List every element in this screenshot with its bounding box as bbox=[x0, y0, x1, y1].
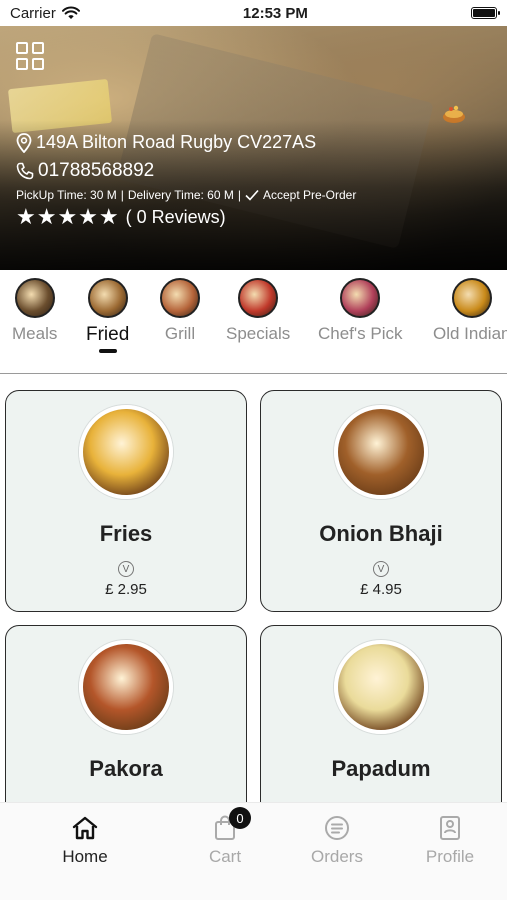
fries-image bbox=[79, 405, 173, 499]
delivery-time: Delivery Time: 60 M bbox=[127, 188, 234, 202]
product-card-fries[interactable]: Fries V £ 2.95 bbox=[5, 390, 247, 612]
nav-label: Cart bbox=[208, 847, 242, 866]
tab-label: Meals bbox=[12, 324, 58, 343]
carrier-group: Carrier bbox=[10, 5, 80, 22]
product-name: Papadum bbox=[331, 756, 431, 781]
fried-thumbnail bbox=[87, 278, 128, 318]
wifi-icon bbox=[61, 6, 80, 19]
home-icon bbox=[72, 813, 98, 843]
tab-specials[interactable]: Specials bbox=[226, 278, 290, 344]
tab-old-indian[interactable]: Old Indian bbox=[433, 278, 507, 344]
grill-thumbnail bbox=[160, 278, 200, 318]
carrier-label: Carrier bbox=[10, 4, 56, 22]
onion-bhaji-image bbox=[334, 405, 428, 499]
nav-profile[interactable]: Profile bbox=[405, 813, 495, 867]
product-name: Pakora bbox=[89, 756, 163, 781]
product-card-onion-bhaji[interactable]: Onion Bhaji V £ 4.95 bbox=[260, 390, 502, 612]
product-price: £ 4.95 bbox=[360, 581, 402, 598]
product-name: Fries bbox=[99, 521, 153, 546]
restaurant-phone[interactable]: 01788568892 bbox=[16, 160, 154, 182]
clock: 12:53 PM bbox=[242, 4, 308, 22]
category-tabs: Meals Fried Grill Specials Chef's Pick O… bbox=[0, 270, 507, 374]
active-tab-indicator bbox=[98, 349, 117, 353]
chefs-pick-thumbnail bbox=[340, 278, 381, 318]
product-card-pakora[interactable]: Pakora bbox=[5, 625, 247, 802]
map-pin-icon bbox=[16, 132, 32, 153]
address-text: 149A Bilton Road Rugby CV227AS bbox=[36, 132, 317, 152]
times-separator: | bbox=[120, 188, 124, 202]
cart-count-badge: 0 bbox=[229, 807, 251, 829]
tab-label: Grill bbox=[164, 324, 196, 343]
pickup-time: PickUp Time: 30 M bbox=[16, 188, 117, 202]
specials-thumbnail bbox=[238, 278, 279, 318]
tab-grill[interactable]: Grill bbox=[160, 278, 200, 344]
nav-label: Orders bbox=[311, 847, 363, 866]
tab-label: Chef's Pick bbox=[318, 324, 403, 343]
phone-text: 01788568892 bbox=[38, 160, 155, 181]
nav-label: Home bbox=[62, 847, 108, 866]
times-separator: | bbox=[237, 188, 241, 202]
preorder-label: Accept Pre-Order bbox=[262, 188, 357, 202]
phone-icon bbox=[16, 162, 34, 180]
status-bar: Carrier 12:53 PM bbox=[0, 0, 507, 26]
battery-icon bbox=[470, 7, 500, 19]
review-count: ( 0 Reviews) bbox=[125, 206, 226, 227]
restaurant-hero: 149A Bilton Road Rugby CV227AS 017885688… bbox=[0, 26, 507, 270]
pakora-image bbox=[79, 640, 173, 734]
restaurant-address: 149A Bilton Road Rugby CV227AS bbox=[16, 132, 316, 153]
tab-label: Old Indian bbox=[433, 324, 507, 343]
product-card-papadum[interactable]: Papadum bbox=[260, 625, 502, 802]
tab-chefs-pick[interactable]: Chef's Pick bbox=[318, 278, 403, 344]
nav-home[interactable]: Home bbox=[40, 813, 130, 867]
product-price: £ 2.95 bbox=[105, 581, 147, 598]
profile-icon bbox=[439, 813, 461, 843]
check-icon bbox=[245, 189, 259, 201]
tab-label: Fried bbox=[86, 324, 130, 345]
shopping-bag-icon: 0 bbox=[213, 807, 251, 843]
nav-orders[interactable]: Orders bbox=[292, 813, 382, 867]
vegetarian-icon: V bbox=[118, 561, 134, 577]
meals-thumbnail bbox=[14, 278, 55, 318]
service-times: PickUp Time: 30 M | Delivery Time: 60 M … bbox=[16, 188, 356, 202]
tab-fried[interactable]: Fried bbox=[86, 278, 129, 353]
product-grid: Fries V £ 2.95 Onion Bhaji V £ 4.95 Pako… bbox=[0, 388, 507, 802]
vegetarian-icon: V bbox=[373, 561, 389, 577]
star-rating: ★★★★★ bbox=[16, 204, 120, 229]
nav-label: Profile bbox=[425, 847, 475, 866]
papadum-image bbox=[334, 640, 428, 734]
bottom-navigation: Home 0 Cart Orders Profile bbox=[0, 802, 507, 900]
battery-level bbox=[472, 9, 495, 17]
product-name: Onion Bhaji bbox=[319, 521, 443, 546]
tab-meals[interactable]: Meals bbox=[12, 278, 57, 344]
rating[interactable]: ★★★★★ ( 0 Reviews) bbox=[16, 204, 226, 230]
nav-cart[interactable]: 0 Cart bbox=[180, 807, 270, 867]
menu-grid-icon[interactable] bbox=[16, 42, 44, 70]
tab-label: Specials bbox=[226, 324, 291, 343]
orders-icon bbox=[324, 813, 350, 843]
old-indian-thumbnail bbox=[451, 278, 492, 318]
